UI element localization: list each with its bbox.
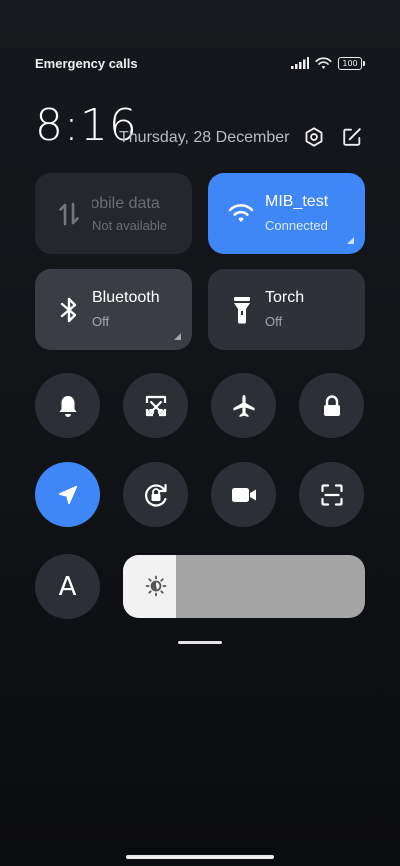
reading-mode-toggle[interactable]: A — [35, 554, 100, 619]
rotation-lock-toggle[interactable] — [123, 462, 188, 527]
wifi-label: MIB_test — [265, 193, 329, 210]
bluetooth-state: Off — [92, 314, 110, 329]
panel-handle[interactable] — [178, 641, 222, 644]
airplane-icon — [233, 394, 254, 417]
torch-tile[interactable]: Torch Off — [208, 269, 365, 350]
wifi-status-icon — [315, 56, 332, 69]
bluetooth-icon — [60, 297, 77, 323]
location-toggle[interactable] — [35, 462, 100, 527]
wifi-icon — [228, 204, 254, 222]
bluetooth-expand-indicator — [174, 333, 181, 340]
mobile-data-tile[interactable]: Mobile data Not available — [35, 173, 192, 254]
reading-mode-label: A — [58, 571, 77, 602]
edit-icon — [343, 128, 361, 146]
bluetooth-tile[interactable]: Bluetooth Off — [35, 269, 192, 350]
scanner-toggle[interactable] — [299, 462, 364, 527]
status-carrier-text: Emergency calls only — [35, 56, 137, 71]
bell-icon — [59, 395, 76, 417]
sound-toggle[interactable] — [35, 373, 100, 438]
screenshot-icon — [145, 395, 166, 416]
mobile-data-label: Mobile data — [92, 195, 160, 212]
airplane-toggle[interactable] — [211, 373, 276, 438]
lock-icon — [323, 394, 340, 416]
edit-button[interactable] — [339, 124, 365, 150]
settings-icon — [305, 127, 323, 147]
brightness-slider[interactable] — [123, 555, 365, 618]
wifi-expand-indicator — [347, 237, 354, 244]
rotation-lock-icon — [144, 483, 167, 507]
torch-label: Torch — [265, 289, 305, 306]
mobile-data-state: Not available — [92, 218, 168, 233]
clock-date: Thursday, 28 December — [119, 129, 290, 146]
lock-screen-toggle[interactable] — [299, 373, 364, 438]
screen-recorder-toggle[interactable] — [211, 462, 276, 527]
wifi-tile[interactable]: MIB_test Connected — [208, 173, 365, 254]
scanner-icon — [320, 483, 343, 506]
mobile-data-icon — [59, 202, 79, 226]
battery-icon: 100 — [338, 56, 365, 70]
sun-icon — [145, 575, 167, 597]
wifi-state: Connected — [265, 218, 328, 233]
location-icon — [58, 485, 77, 504]
bluetooth-label: Bluetooth — [92, 289, 160, 306]
status-icons: 100 — [291, 55, 365, 71]
torch-icon — [234, 297, 250, 324]
settings-button[interactable] — [301, 124, 327, 150]
mobile-data-label-clip: Mobile data — [92, 193, 182, 213]
torch-state: Off — [265, 314, 283, 329]
signal-icon — [291, 57, 309, 69]
video-icon — [231, 487, 256, 502]
home-indicator[interactable] — [126, 855, 274, 859]
screenshot-toggle[interactable] — [123, 373, 188, 438]
